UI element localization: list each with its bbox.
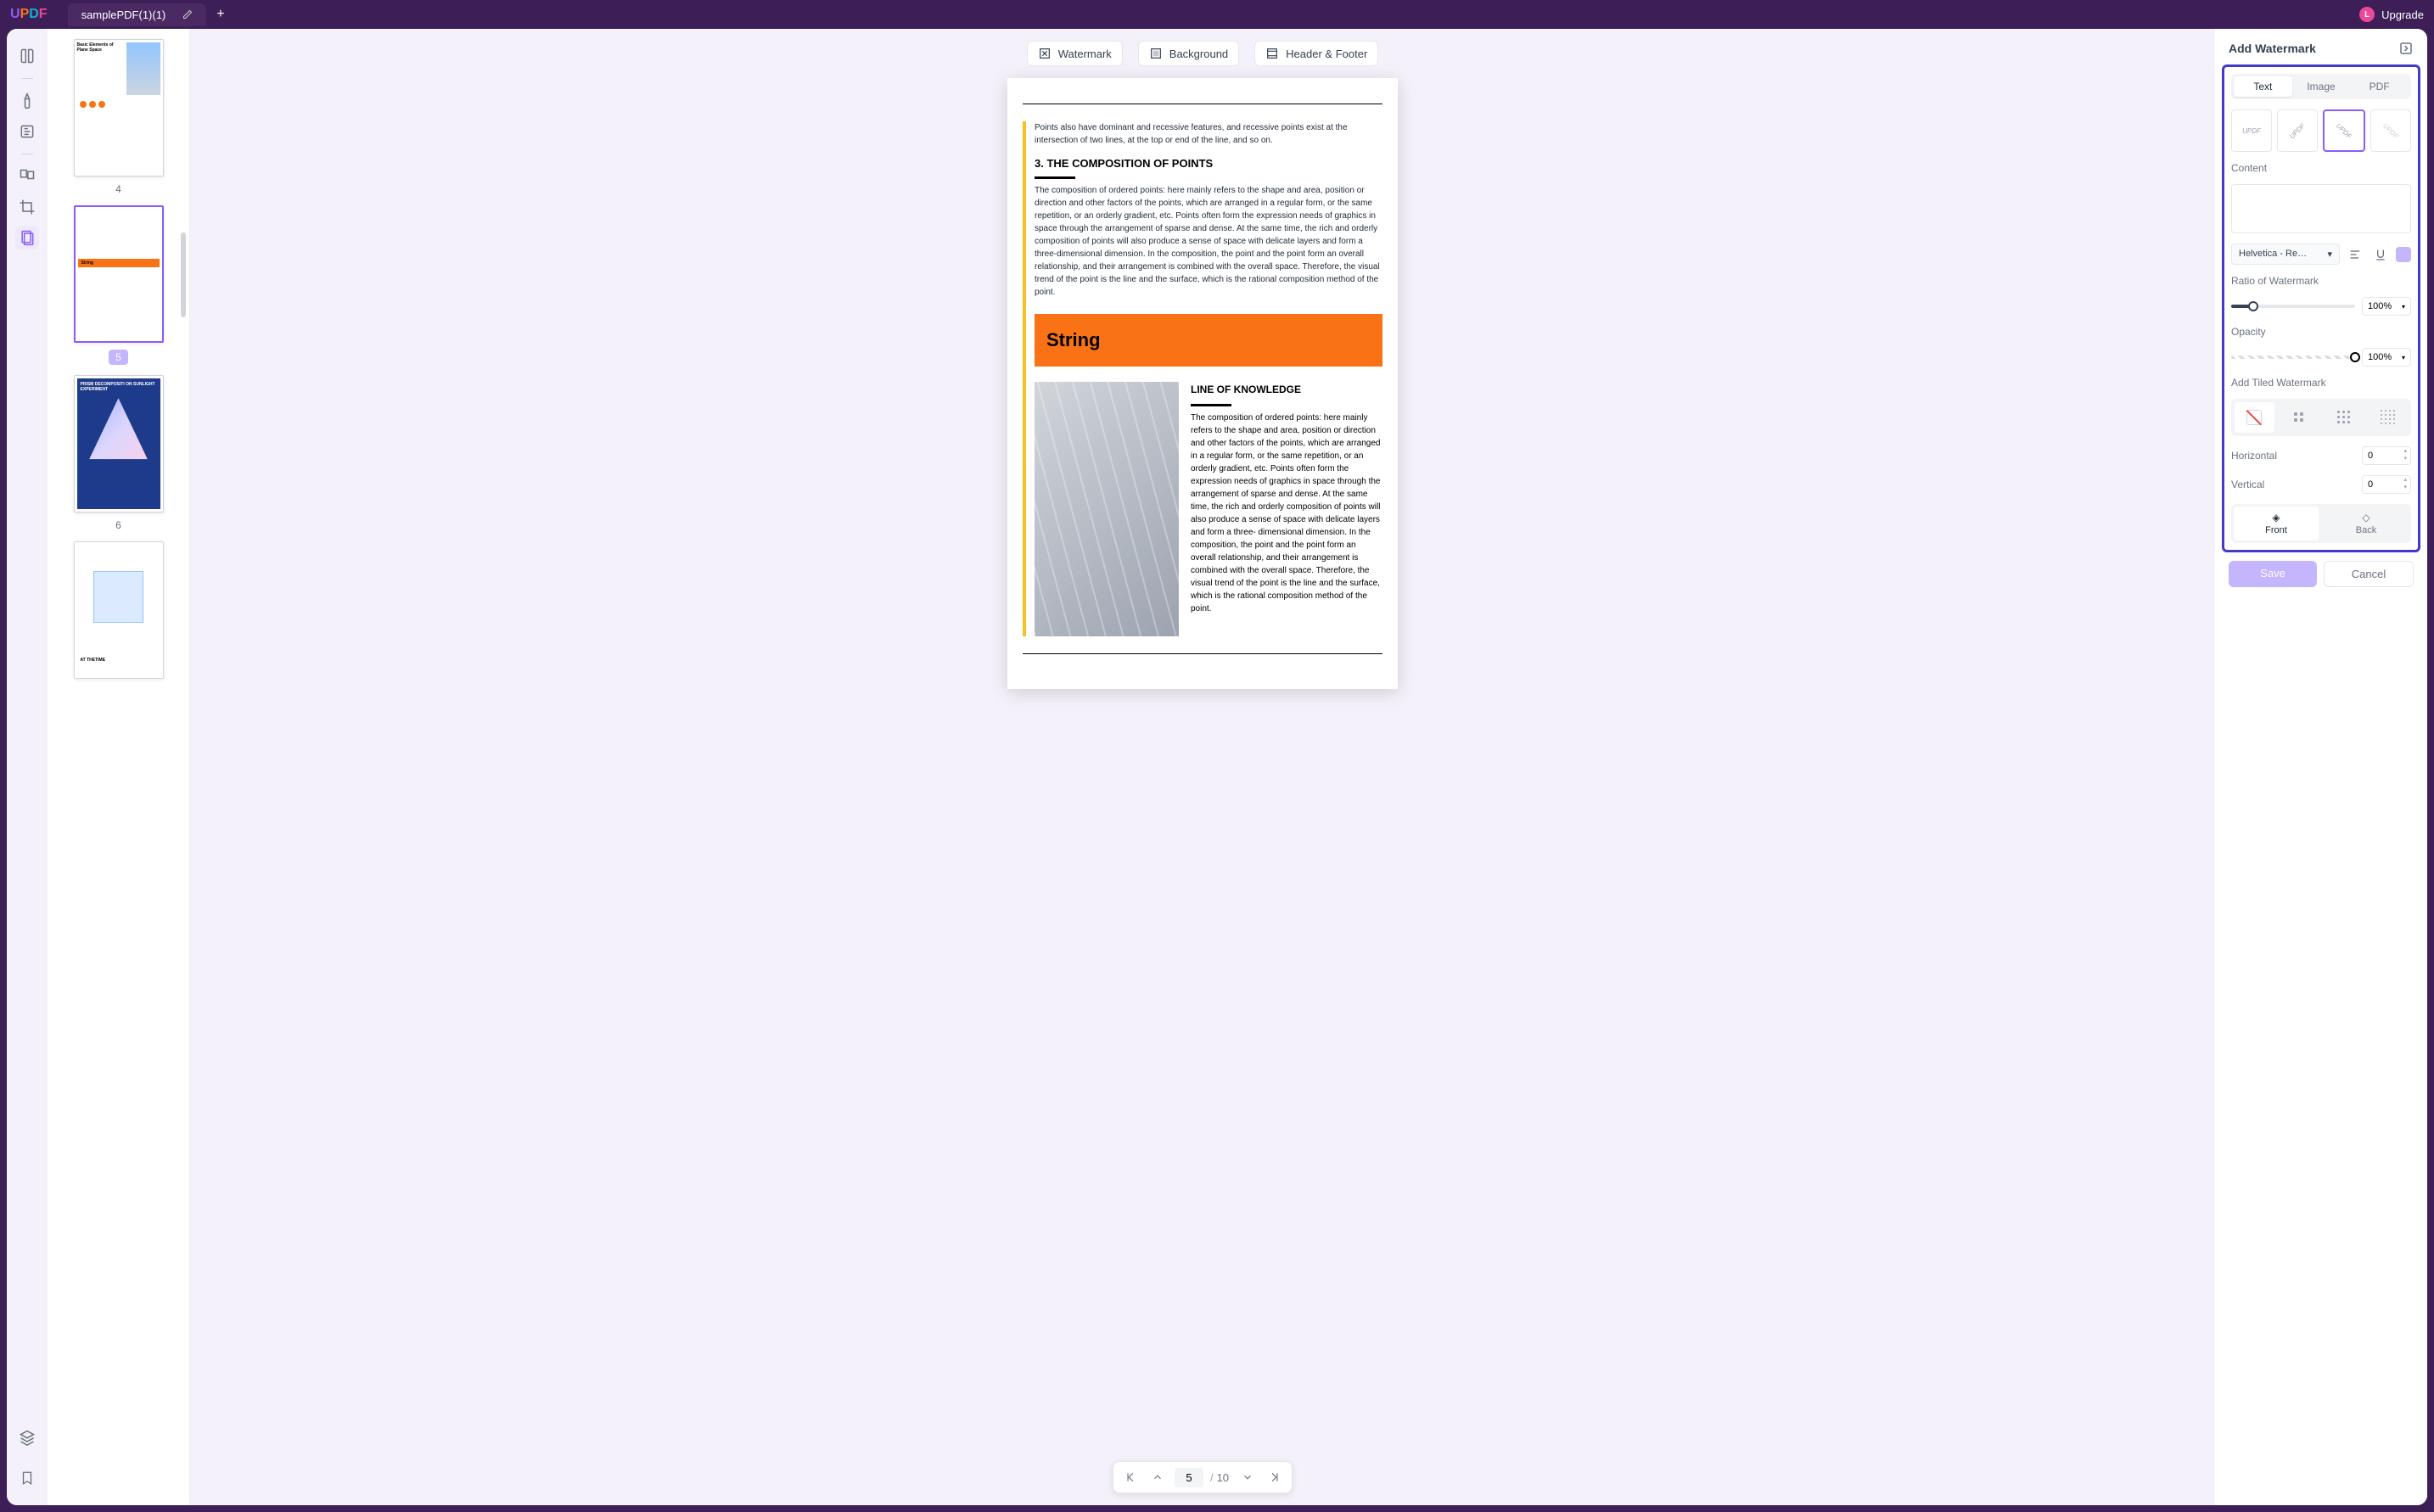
wm-style-diag2[interactable]: UPDF (2323, 109, 2365, 152)
watermark-tool[interactable]: Watermark (1027, 41, 1123, 66)
align-icon[interactable] (2345, 244, 2365, 265)
back-icon: ◇ (2362, 512, 2370, 524)
page-input[interactable] (1175, 1468, 1203, 1487)
topbar: UPDF samplePDF(1)(1) + L Upgrade (0, 0, 2434, 29)
ratio-value[interactable]: 100%▾ (2362, 297, 2411, 316)
first-page-icon[interactable] (1117, 1465, 1144, 1489)
vertical-input[interactable]: 0 (2362, 475, 2411, 494)
font-select[interactable]: Helvetica - Re…▾ (2231, 244, 2340, 265)
column-heading: LINE OF KNOWLEDGE (1191, 382, 1382, 397)
tab-pdf[interactable]: PDF (2350, 76, 2409, 97)
annotate-icon[interactable] (15, 89, 39, 113)
tab-image[interactable]: Image (2292, 76, 2351, 97)
opacity-label: Opacity (2231, 326, 2411, 338)
bookmark-icon[interactable] (15, 1466, 39, 1490)
next-page-icon[interactable] (1234, 1465, 1261, 1489)
thumb-num-6: 6 (115, 519, 121, 531)
avatar: L (2359, 7, 2375, 22)
document-tab[interactable]: samplePDF(1)(1) (68, 3, 207, 26)
content-label: Content (2231, 162, 2411, 174)
page-para1: The composition of ordered points: here … (1035, 184, 1382, 299)
page-tools-icon[interactable] (15, 226, 39, 249)
left-rail (7, 29, 48, 1505)
tab-title: samplePDF(1)(1) (81, 8, 166, 21)
page-navigator: / 10 (1113, 1461, 1293, 1493)
horizontal-input[interactable]: 0 (2362, 446, 2411, 465)
page-image (1035, 382, 1179, 636)
string-heading: String (1035, 314, 1382, 367)
color-swatch[interactable] (2396, 247, 2411, 262)
organize-icon[interactable] (15, 165, 39, 188)
thumbnail-panel: Basic Elements of Plane Space 4 String 5 (48, 29, 190, 1505)
background-tool[interactable]: Background (1138, 41, 1239, 66)
thumbnail-page-4[interactable]: Basic Elements of Plane Space (74, 39, 164, 176)
upgrade-label: Upgrade (2381, 8, 2424, 21)
content-input[interactable] (2231, 184, 2411, 233)
column-text: The composition of ordered points: here … (1191, 412, 1382, 615)
edit-icon[interactable] (182, 9, 193, 20)
ratio-slider[interactable] (2231, 305, 2355, 308)
horizontal-label: Horizontal (2231, 450, 2277, 462)
last-page-icon[interactable] (1261, 1465, 1288, 1489)
vertical-label: Vertical (2231, 479, 2264, 490)
prev-page-icon[interactable] (1144, 1465, 1171, 1489)
thumb-num-5: 5 (109, 350, 128, 365)
watermark-panel: Add Watermark Text Image PDF UPDF UPDF U… (2215, 29, 2427, 1505)
page-intro: Points also have dominant and recessive … (1035, 121, 1382, 147)
page-total: 10 (1217, 1471, 1234, 1484)
opacity-value[interactable]: 100%▾ (2362, 348, 2411, 367)
app-logo[interactable]: UPDF (10, 7, 48, 22)
layers-icon[interactable] (15, 1425, 39, 1449)
header-footer-tool[interactable]: Header & Footer (1254, 41, 1378, 66)
watermark-type-tabs: Text Image PDF (2231, 74, 2411, 99)
cancel-button[interactable]: Cancel (2324, 561, 2414, 587)
thumbnail-page-5[interactable]: String (74, 205, 164, 343)
thumbnail-page-7[interactable]: AT THETIME (74, 541, 164, 679)
back-button[interactable]: ◇ Back (2324, 507, 2409, 540)
page-heading: 3. THE COMPOSITION OF POINTS (1035, 157, 1382, 170)
tile-4x4[interactable] (2369, 402, 2409, 433)
tile-3x3[interactable] (2324, 402, 2364, 433)
front-icon: ◈ (2272, 512, 2280, 524)
wm-style-diag3[interactable]: UPDF (2370, 109, 2411, 152)
crop-icon[interactable] (15, 195, 39, 219)
tab-text[interactable]: Text (2234, 76, 2292, 97)
canvas-area: Watermark Background Header & Footer Poi… (190, 29, 2215, 1505)
panel-title: Add Watermark (2229, 42, 2316, 55)
scrollbar[interactable] (181, 232, 186, 317)
tile-none[interactable] (2235, 402, 2274, 433)
new-tab-button[interactable]: + (216, 7, 224, 22)
save-button[interactable]: Save (2229, 561, 2317, 587)
tile-label: Add Tiled Watermark (2231, 377, 2411, 389)
underline-icon[interactable] (2370, 244, 2391, 265)
thumb-num-4: 4 (115, 183, 121, 195)
opacity-slider[interactable] (2231, 356, 2355, 359)
reader-icon[interactable] (15, 44, 39, 68)
collapse-panel-icon[interactable] (2398, 41, 2414, 56)
ratio-label: Ratio of Watermark (2231, 275, 2411, 287)
thumbnail-page-6[interactable]: PRISM DECOMPOSITI ON SUNLIGHT EXPERIMENT (74, 375, 164, 512)
wm-style-horizontal[interactable]: UPDF (2231, 109, 2272, 152)
wm-style-diag1[interactable]: UPDF (2277, 109, 2318, 152)
front-button[interactable]: ◈ Front (2234, 507, 2319, 540)
tile-2x2[interactable] (2280, 402, 2319, 433)
edit-text-icon[interactable] (15, 120, 39, 143)
page-view[interactable]: Points also have dominant and recessive … (1007, 78, 1398, 689)
upgrade-button[interactable]: L Upgrade (2359, 7, 2424, 22)
